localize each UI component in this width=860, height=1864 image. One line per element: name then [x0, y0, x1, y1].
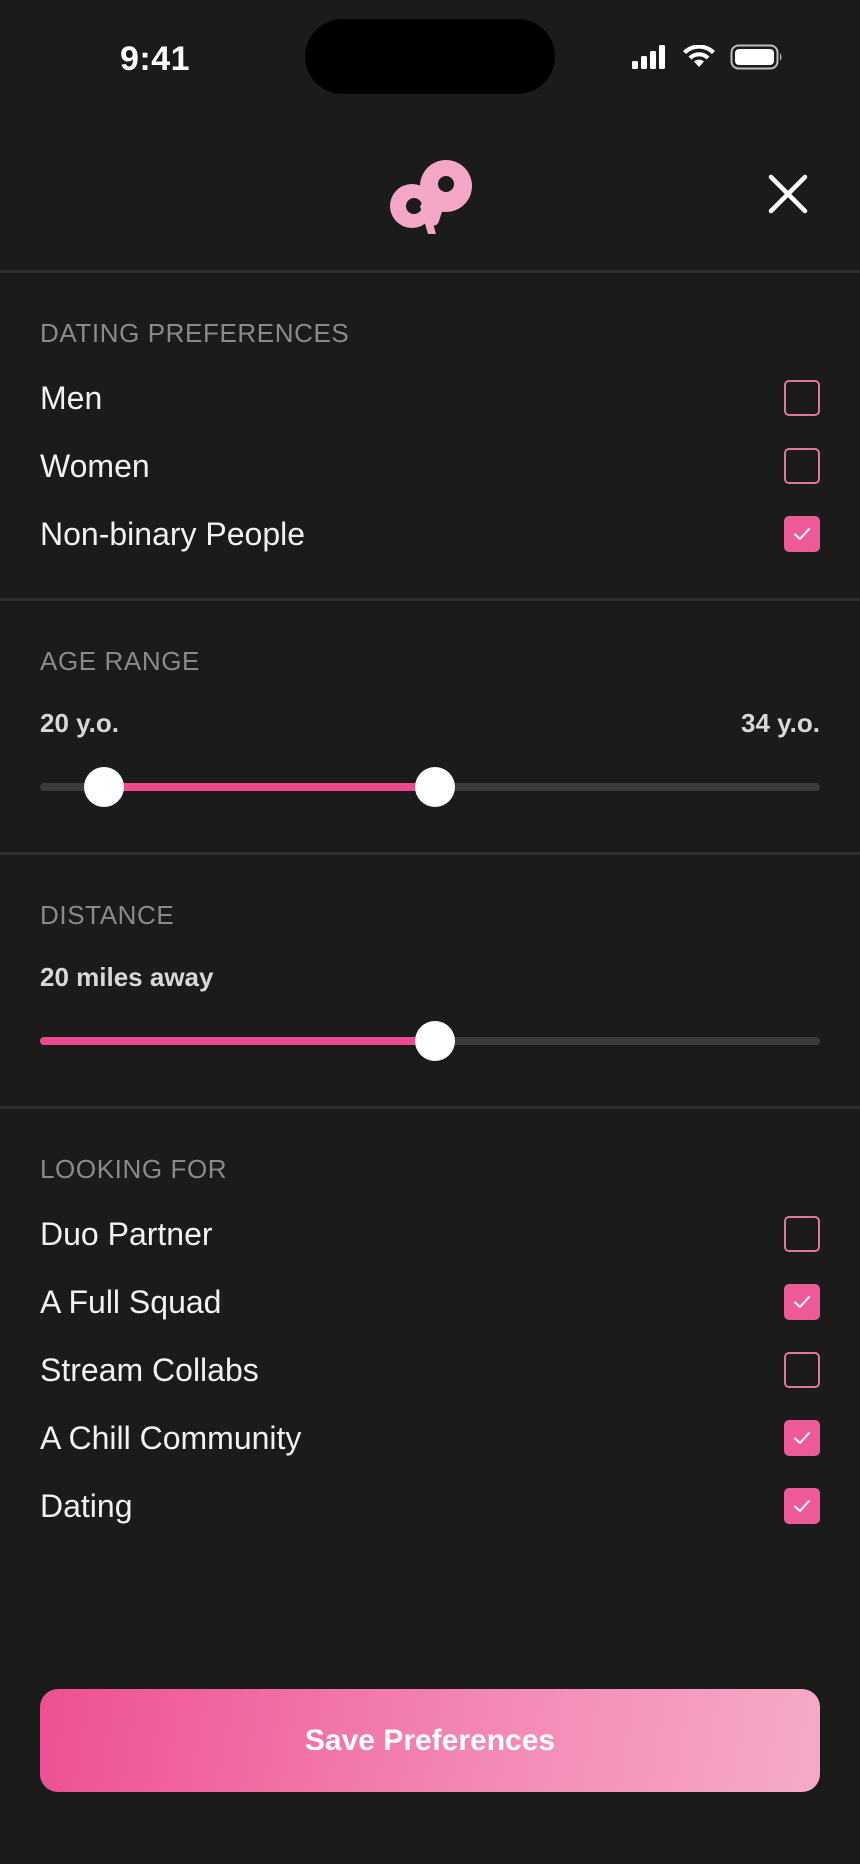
section-title-distance: DISTANCE [40, 900, 175, 930]
option-label: Stream Collabs [40, 1351, 259, 1388]
option-label: Women [40, 447, 150, 484]
option-row-a-full-squad[interactable]: A Full Squad [40, 1274, 820, 1330]
checkbox[interactable] [784, 448, 820, 484]
divider [0, 598, 860, 601]
checkbox[interactable] [784, 1488, 820, 1524]
option-label: Duo Partner [40, 1215, 213, 1252]
distance-fill [40, 1037, 435, 1045]
close-icon [768, 174, 808, 214]
distance-thumb[interactable] [414, 1021, 455, 1061]
option-row-non-binary-people[interactable]: Non-binary People [40, 506, 820, 562]
age-range-slider[interactable] [40, 767, 820, 807]
age-min-label: 20 y.o. [40, 708, 120, 738]
checkmark-icon [794, 1432, 810, 1444]
checkmark-icon [794, 1500, 810, 1512]
status-bar: 9:41 [0, 0, 860, 110]
save-preferences-button[interactable]: Save Preferences [40, 1689, 820, 1792]
checkbox[interactable] [784, 1352, 820, 1388]
option-label: Dating [40, 1487, 133, 1524]
status-icons [632, 44, 784, 70]
section-title-looking-for: LOOKING FOR [40, 1154, 228, 1184]
app-logo [390, 160, 472, 234]
dynamic-island [305, 19, 555, 94]
checkbox[interactable] [784, 380, 820, 416]
age-max-thumb[interactable] [414, 767, 455, 807]
wifi-icon [683, 45, 715, 67]
status-time: 9:41 [120, 40, 191, 78]
checkmark-icon [794, 528, 810, 540]
cellular-signal-icon [632, 45, 665, 69]
header [0, 130, 860, 260]
battery-icon [730, 44, 782, 70]
section-title-dating-preferences: DATING PREFERENCES [40, 318, 350, 348]
section-title-age-range: AGE RANGE [40, 646, 200, 676]
option-label: A Chill Community [40, 1419, 302, 1456]
checkbox[interactable] [784, 1420, 820, 1456]
option-row-duo-partner[interactable]: Duo Partner [40, 1206, 820, 1262]
option-row-stream-collabs[interactable]: Stream Collabs [40, 1342, 820, 1398]
option-row-men[interactable]: Men [40, 370, 820, 426]
option-row-a-chill-community[interactable]: A Chill Community [40, 1410, 820, 1466]
close-button[interactable] [764, 170, 812, 218]
option-label: Non-binary People [40, 515, 306, 552]
checkbox[interactable] [784, 1284, 820, 1320]
age-max-label: 34 y.o. [740, 708, 820, 738]
age-min-thumb[interactable] [83, 767, 124, 807]
divider [0, 1106, 860, 1109]
divider [0, 270, 860, 273]
checkbox[interactable] [784, 516, 820, 552]
distance-slider[interactable] [40, 1021, 820, 1061]
divider [0, 852, 860, 855]
option-label: A Full Squad [40, 1283, 222, 1320]
checkbox[interactable] [784, 1216, 820, 1252]
option-label: Men [40, 379, 103, 416]
checkmark-icon [794, 1296, 810, 1308]
distance-value-label: 20 miles away [40, 962, 214, 992]
age-range-fill [103, 783, 435, 791]
option-row-dating[interactable]: Dating [40, 1478, 820, 1534]
option-row-women[interactable]: Women [40, 438, 820, 494]
